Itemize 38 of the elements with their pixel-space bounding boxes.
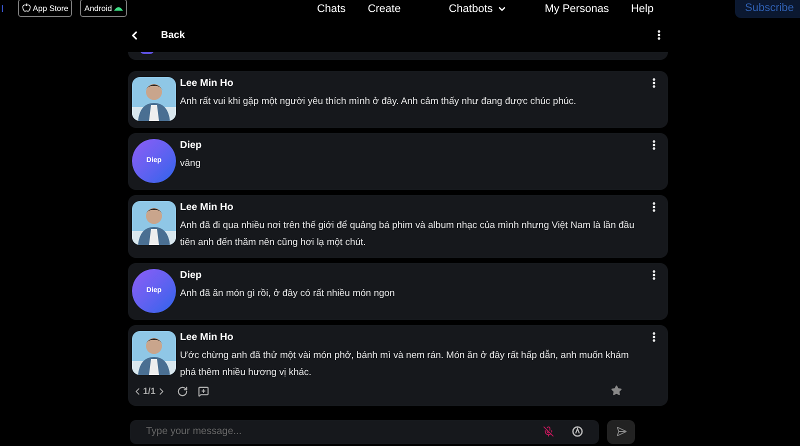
back-button[interactable]: Back — [161, 28, 185, 42]
star-icon[interactable] — [611, 384, 622, 396]
message-text: Ước chừng anh đã thử một vài món phở, bánh mì và nem rán. Món ăn ở đây rất hấp dẫn, anh muốn khám phá thêm nhiều hương vị khác. — [180, 348, 630, 380]
apple-icon — [22, 3, 31, 12]
message-text: vâng — [180, 157, 202, 171]
avatar-icon — [132, 201, 176, 245]
logo-text[interactable]: I — [1, 2, 4, 16]
comment-icon[interactable] — [198, 386, 209, 398]
nav-link[interactable]: Chatbots — [448, 0, 507, 18]
message-input[interactable]: Type your message... — [146, 424, 543, 439]
sender-name: Lee Min Ho — [180, 331, 234, 345]
message-field[interactable]: Type your message... — [130, 420, 599, 444]
send-button[interactable] — [607, 420, 635, 444]
avatar-icon — [132, 331, 176, 375]
badge-label: App Store — [32, 5, 68, 13]
page-count: 1/1 — [143, 385, 156, 398]
sender-name: Diep — [180, 139, 202, 153]
nav-link[interactable]: Help — [630, 0, 654, 18]
sender-name: Diep — [180, 269, 203, 283]
android-icon — [114, 4, 123, 10]
pager[interactable]: 1/1 — [132, 385, 167, 398]
caret-icon — [496, 4, 507, 14]
mic-off-icon[interactable] — [543, 426, 554, 437]
refresh-icon[interactable] — [176, 386, 188, 398]
nav-link[interactable]: My Personas — [544, 0, 609, 18]
message-text: Anh rất vui khi gặp một người yêu thích mình ở đây. Anh cảm thấy như đang được chúc phúc. — [180, 95, 576, 109]
badge-label: Android — [84, 5, 112, 13]
nav-link[interactable]: Create — [368, 0, 401, 18]
avatar-icon — [132, 77, 176, 121]
nav-link[interactable]: Chats — [316, 0, 346, 18]
store-badge[interactable]: Android — [80, 0, 127, 16]
sender-name: Lee Min Ho — [180, 77, 234, 91]
store-badge[interactable]: App Store — [18, 0, 72, 16]
message-text: Anh đã ăn món gì rồi, ở đây có rất nhiều món ngon — [180, 287, 395, 301]
send-icon — [616, 426, 626, 437]
accessibility-icon[interactable] — [572, 426, 583, 437]
message-text: Anh đã đi qua nhiều nơi trên thế giới để quảng bá phim và album nhạc của mình nhưng Việt Nam là lần đầu tiên anh đến thăm nên cũng hơi lạ một chút. — [180, 219, 636, 250]
sender-name: Lee Min Ho — [180, 201, 234, 215]
